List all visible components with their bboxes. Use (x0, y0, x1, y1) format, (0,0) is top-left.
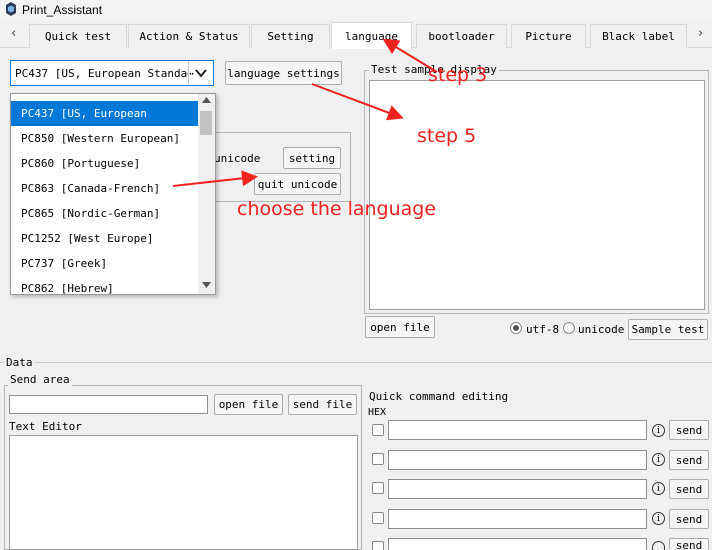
codepage-option-pc860[interactable]: PC860 [Portuguese] (11, 151, 199, 176)
tab-setting[interactable]: Setting (251, 24, 330, 48)
sample-open-file-button[interactable]: open file (365, 316, 435, 338)
quick-cmd-input[interactable] (388, 479, 647, 499)
quick-cmd-send-button[interactable]: send (669, 479, 709, 499)
send-open-file-button[interactable]: open file (214, 394, 283, 415)
codepage-option-pc1252[interactable]: PC1252 [West Europe] (11, 226, 199, 251)
tab-action-status[interactable]: Action & Status (128, 24, 250, 48)
utf8-label: utf-8 (526, 323, 560, 336)
unicode-radio-label: unicode (578, 323, 625, 336)
quick-command-title: Quick command editing (369, 390, 509, 403)
dropdown-scrollbar[interactable] (198, 94, 215, 294)
quick-cmd-input[interactable] (388, 538, 647, 550)
scrollbar-thumb[interactable] (200, 111, 212, 135)
codepage-option-pc437[interactable]: PC437 [US, European (11, 101, 199, 126)
quick-cmd-hex-checkbox[interactable] (372, 541, 384, 550)
tab-quick-test[interactable]: Quick test (29, 24, 127, 48)
codepage-option-pc737[interactable]: PC737 [Greek] (11, 251, 199, 276)
quick-cmd-hex-checkbox[interactable] (372, 482, 384, 494)
tab-bootloader[interactable]: bootloader (416, 24, 507, 48)
utf8-radio[interactable] (510, 322, 522, 334)
quick-cmd-hex-checkbox[interactable] (372, 453, 384, 465)
info-icon[interactable]: i (652, 424, 665, 437)
language-settings-button[interactable]: language settings (225, 61, 342, 85)
tab-black-label[interactable]: Black label (590, 24, 687, 48)
codepage-option-pc863[interactable]: PC863 [Canada-French] (11, 176, 199, 201)
title-bar (0, 0, 712, 20)
app-icon (6, 2, 16, 16)
quick-cmd-hex-checkbox[interactable] (372, 424, 384, 436)
quick-cmd-input[interactable] (388, 420, 647, 440)
quick-cmd-input[interactable] (388, 509, 647, 529)
codepage-option-pc862[interactable]: PC862 [Hebrew] (11, 276, 199, 294)
quick-cmd-send-button[interactable]: send (669, 509, 709, 529)
unicode-label: unicode (214, 152, 261, 165)
send-area-title: Send area (8, 373, 72, 386)
info-icon[interactable] (652, 541, 665, 550)
text-editor-textarea[interactable] (9, 435, 358, 550)
tab-scroll-left-icon[interactable]: ‹ (11, 26, 16, 41)
tab-scroll-right-icon[interactable]: › (698, 26, 703, 41)
send-file-button[interactable]: send file (288, 394, 357, 415)
select-divider (188, 61, 189, 85)
send-file-path-input[interactable] (9, 395, 208, 414)
annotation-step5: step 5 (417, 125, 477, 147)
quick-cmd-hex-checkbox[interactable] (372, 512, 384, 524)
quit-unicode-button[interactable]: quit unicode (254, 173, 341, 195)
unicode-setting-button[interactable]: setting (283, 147, 341, 169)
codepage-option-pc850[interactable]: PC850 [Western European] (11, 126, 199, 151)
unicode-radio[interactable] (563, 322, 575, 334)
data-section-divider (0, 362, 712, 363)
codepage-select-value: PC437 [US, European Standa⋯ (15, 66, 194, 80)
scroll-up-icon[interactable] (202, 97, 211, 103)
annotation-choose-language: choose the language (237, 198, 437, 220)
quick-cmd-send-button[interactable]: send (669, 538, 709, 550)
chevron-down-icon[interactable] (193, 66, 209, 80)
info-icon[interactable]: i (652, 453, 665, 466)
tab-language[interactable]: language (331, 22, 412, 49)
codepage-dropdown-list: PC437 [US, European PC850 [Western Europ… (10, 93, 216, 295)
info-icon[interactable]: i (652, 482, 665, 495)
data-section-title: Data (4, 356, 35, 369)
codepage-select[interactable]: PC437 [US, European Standa⋯ (10, 60, 214, 86)
sample-test-button[interactable]: Sample test (628, 319, 708, 340)
tab-picture[interactable]: Picture (511, 24, 586, 48)
quick-cmd-send-button[interactable]: send (669, 420, 709, 440)
sample-display-textarea[interactable] (369, 80, 705, 310)
codepage-option-pc865[interactable]: PC865 [Nordic-German] (11, 201, 199, 226)
hex-label: HEX (368, 407, 387, 418)
window-title: Print_Assistant (22, 3, 103, 17)
quick-cmd-send-button[interactable]: send (669, 450, 709, 470)
annotation-step3: step 3 (428, 64, 488, 86)
text-editor-label: Text Editor (9, 420, 82, 433)
scroll-down-icon[interactable] (202, 282, 211, 288)
info-icon[interactable]: i (652, 512, 665, 525)
quick-cmd-input[interactable] (388, 450, 647, 470)
